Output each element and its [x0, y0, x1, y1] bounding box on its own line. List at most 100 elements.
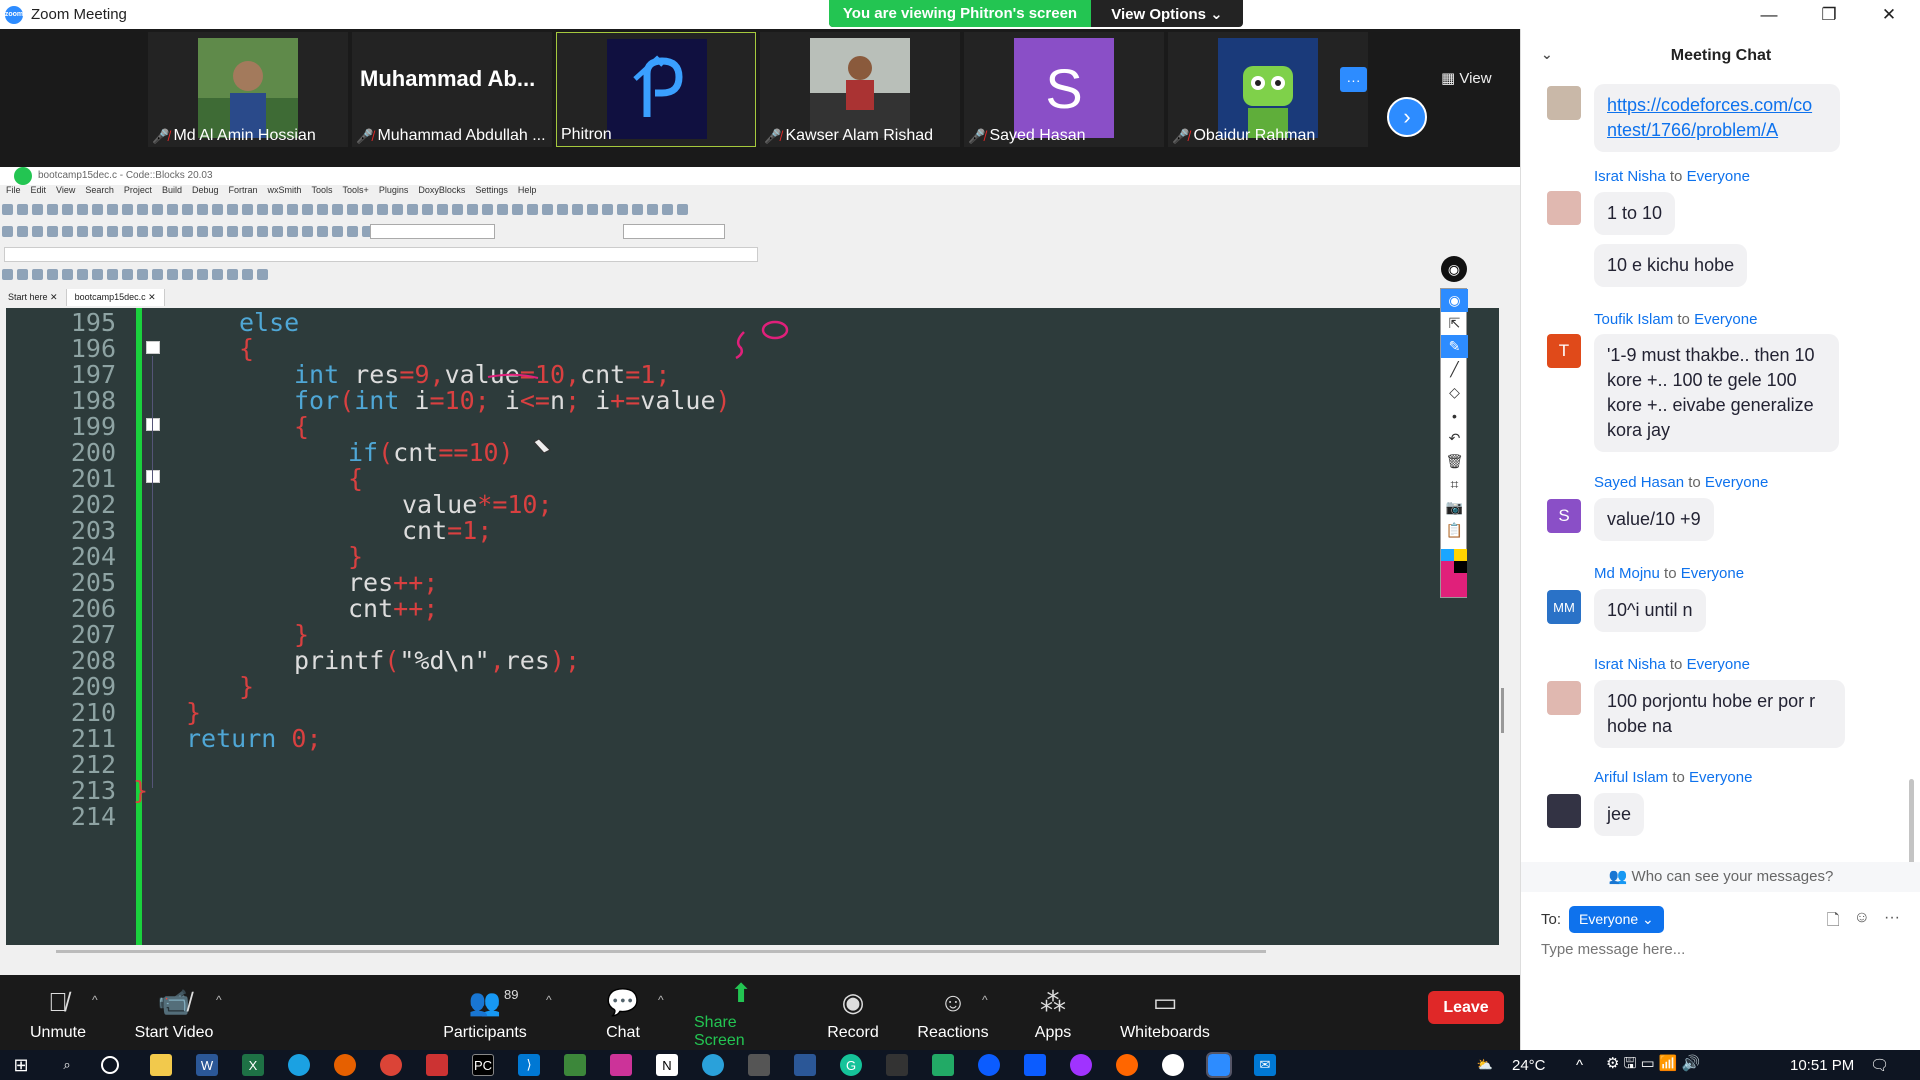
toolbar-button-icon[interactable]	[182, 226, 193, 237]
toolbar-button-icon[interactable]	[317, 226, 328, 237]
toolbar-button-icon[interactable]	[137, 204, 148, 215]
maps-icon[interactable]	[1024, 1054, 1046, 1076]
who-can-see-link[interactable]: 👥 Who can see your messages?	[1521, 862, 1920, 892]
video-tile[interactable]: 🎤̸ Obaidur Rahman	[1168, 32, 1368, 147]
record-button[interactable]: ◉ Record	[820, 975, 886, 1050]
toolbar-button-icon[interactable]	[32, 269, 43, 280]
menu-item[interactable]: Search	[85, 185, 114, 199]
toolbar-button-icon[interactable]	[197, 204, 208, 215]
toolbar-button-icon[interactable]	[77, 204, 88, 215]
more-options-button[interactable]: ···	[1340, 67, 1367, 92]
toolbar-button-icon[interactable]	[122, 226, 133, 237]
toolbar-button-icon[interactable]	[197, 226, 208, 237]
line-icon[interactable]: ╱	[1441, 358, 1468, 381]
toolbar-button-icon[interactable]	[437, 204, 448, 215]
eraser-icon[interactable]: ◇	[1441, 381, 1468, 404]
app-icon[interactable]	[610, 1054, 632, 1076]
toolbar-button-icon[interactable]	[107, 226, 118, 237]
telegram-icon[interactable]	[702, 1054, 724, 1076]
toolbar-button-icon[interactable]	[32, 226, 43, 237]
pen-icon[interactable]: ✎	[1441, 335, 1468, 358]
menu-item[interactable]: Debug	[192, 185, 219, 199]
toolbar-button-icon[interactable]	[47, 226, 58, 237]
toolbar-button-icon[interactable]	[212, 226, 223, 237]
menu-item[interactable]: File	[6, 185, 21, 199]
search-icon[interactable]: ⌕	[56, 1054, 78, 1076]
color-picker[interactable]	[1441, 549, 1468, 597]
apps-button[interactable]: ⁂ Apps	[1034, 975, 1072, 1050]
chrome-icon[interactable]	[380, 1054, 402, 1076]
menu-item[interactable]: Fortran	[228, 185, 257, 199]
grammarly-icon[interactable]: G	[840, 1054, 862, 1076]
toolbar-button-icon[interactable]	[662, 204, 673, 215]
toolbar-button-icon[interactable]	[182, 269, 193, 280]
chat-message-input[interactable]	[1541, 941, 1901, 958]
windows-start-icon[interactable]: ⊞	[10, 1054, 32, 1076]
chat-button[interactable]: 💬 Chat	[600, 975, 646, 1050]
toolbar-button-icon[interactable]	[2, 204, 13, 215]
toolbar-button-icon[interactable]	[167, 226, 178, 237]
code-editor[interactable]: 195 196 197 198 199 200 201 202 203 204 205 206 207 2…	[6, 308, 1500, 945]
clipboard-icon[interactable]: 📋	[1441, 519, 1468, 542]
toolbar-button-icon[interactable]	[92, 204, 103, 215]
next-page-chevron-icon[interactable]: ›	[1387, 97, 1427, 137]
menu-item[interactable]: wxSmith	[268, 185, 302, 199]
toolbar-button-icon[interactable]	[272, 226, 283, 237]
toolbar-button-icon[interactable]	[257, 269, 268, 280]
audio-options-chevron-icon[interactable]: ^	[92, 993, 98, 1007]
toolbar-button-icon[interactable]	[212, 269, 223, 280]
collapse-chevron-icon[interactable]: ⌄	[1541, 46, 1553, 63]
video-tile[interactable]: 🎤̸ Md Al Amin Hossian	[148, 32, 348, 147]
toolbar-button-icon[interactable]	[17, 226, 28, 237]
toolbar-button-icon[interactable]	[347, 204, 358, 215]
toolbar-button-icon[interactable]	[362, 204, 373, 215]
minimize-icon[interactable]: —	[1740, 0, 1798, 29]
tray-expand-icon[interactable]: ^	[1576, 1050, 1583, 1080]
toolbar-button-icon[interactable]	[2, 226, 13, 237]
toolbar-button-icon[interactable]	[122, 269, 133, 280]
participants-chevron-icon[interactable]: ^	[546, 993, 552, 1007]
toolbar-button-icon[interactable]	[182, 204, 193, 215]
toolbar-button-icon[interactable]	[347, 226, 358, 237]
video-tile[interactable]: Muhammad Ab... 🎤̸ Muhammad Abdullah ...	[352, 32, 552, 147]
toolbar-button-icon[interactable]	[242, 226, 253, 237]
annotation-pin-icon[interactable]: ◉	[1441, 256, 1467, 282]
toolbar-button-icon[interactable]	[77, 226, 88, 237]
menu-item[interactable]: Build	[162, 185, 182, 199]
cortana-icon[interactable]	[101, 1056, 119, 1074]
toolbar-button-icon[interactable]	[227, 204, 238, 215]
chat-chevron-icon[interactable]: ^	[658, 993, 664, 1007]
video-tile[interactable]: S 🎤̸ Sayed Hasan	[964, 32, 1164, 147]
whiteboards-button[interactable]: ▭ Whiteboards	[1120, 975, 1210, 1050]
vscode-icon[interactable]: ⟩	[518, 1054, 540, 1076]
messenger-icon[interactable]	[1070, 1054, 1092, 1076]
toolbar-button-icon[interactable]	[152, 269, 163, 280]
toolbar-button-icon[interactable]	[587, 204, 598, 215]
tab-start-here[interactable]: Start here ✕	[0, 289, 67, 306]
toolbar-button-icon[interactable]	[617, 204, 628, 215]
camera-icon[interactable]: 📷	[1441, 496, 1468, 519]
toolbar-button-icon[interactable]	[332, 226, 343, 237]
clock[interactable]: 10:51 PM	[1790, 1050, 1854, 1080]
start-video-button[interactable]: 📹̸ Start Video	[134, 975, 214, 1050]
code-completion-scope[interactable]	[4, 247, 758, 262]
view-options-button[interactable]: View Options ⌄	[1091, 0, 1243, 27]
app-grid-icon[interactable]	[426, 1054, 448, 1076]
video-options-chevron-icon[interactable]: ^	[216, 993, 222, 1007]
toolbar-button-icon[interactable]	[152, 204, 163, 215]
toolbar-button-icon[interactable]	[62, 226, 73, 237]
horizontal-scrollbar[interactable]	[6, 945, 1500, 959]
toolbar-button-icon[interactable]	[107, 204, 118, 215]
toolbar-button-icon[interactable]	[137, 269, 148, 280]
toolbar-button-icon[interactable]	[377, 204, 388, 215]
toolbar-button-icon[interactable]	[467, 204, 478, 215]
format-icon[interactable]: ⌗	[1441, 473, 1468, 496]
emoji-icon[interactable]: ☺	[1854, 909, 1870, 936]
toolbar-button-icon[interactable]	[557, 204, 568, 215]
edge-icon[interactable]	[288, 1054, 310, 1076]
toolbar-button-icon[interactable]	[302, 204, 313, 215]
undo-icon[interactable]: ↶	[1441, 427, 1468, 450]
toolbar-button-icon[interactable]	[407, 204, 418, 215]
video-tile-active-speaker[interactable]: Phitron	[556, 32, 756, 147]
build-target-dropdown[interactable]	[370, 224, 495, 239]
